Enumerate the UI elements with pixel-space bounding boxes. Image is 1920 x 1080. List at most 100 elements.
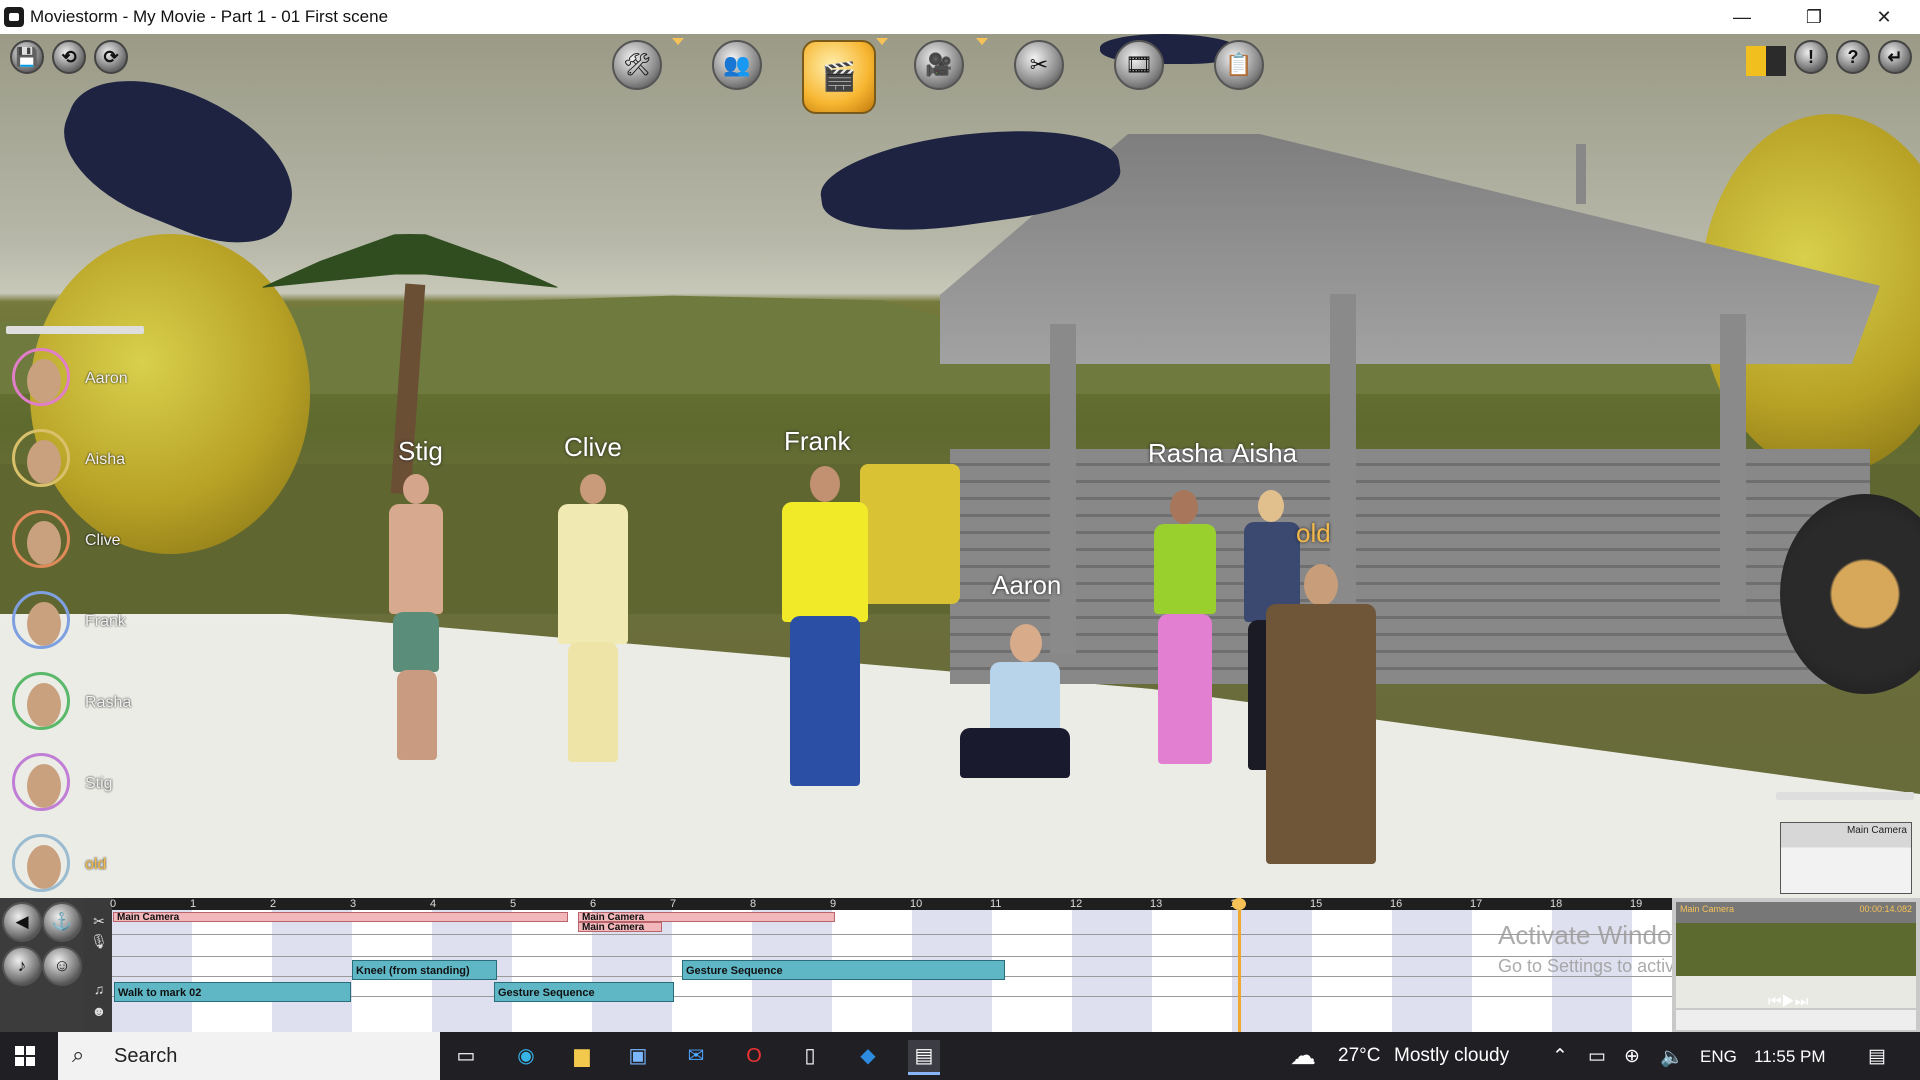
cast-item-aaron[interactable]: Aaron — [10, 346, 150, 416]
mode-camera-button[interactable]: 🎥 — [914, 40, 964, 90]
opera-icon[interactable]: O — [738, 1040, 770, 1072]
avatar[interactable] — [12, 429, 70, 487]
volume-icon[interactable]: 🔈 — [1660, 1045, 1684, 1069]
shelter-post — [1050, 324, 1076, 654]
preview-controls[interactable] — [1676, 1010, 1916, 1030]
action-clip-walk[interactable]: Walk to mark 02 — [114, 982, 351, 1002]
mode-edit-cut-button[interactable]: ✂ — [1014, 40, 1064, 90]
avatar[interactable] — [12, 591, 70, 649]
mode-scene-director-button[interactable]: 🎬 — [802, 40, 876, 114]
vscode-icon[interactable]: ◆ — [852, 1040, 884, 1072]
restore-button[interactable]: ❐ — [1786, 0, 1842, 34]
taskbar-search[interactable]: ⌕ Search — [58, 1032, 440, 1080]
cast-item-clive[interactable]: Clive — [10, 508, 150, 578]
camera-clip[interactable]: Main Camera — [578, 922, 662, 932]
viewport-panel-handle[interactable] — [1776, 792, 1914, 800]
battery-icon[interactable]: ▭ — [1588, 1045, 1606, 1068]
dropdown-caret-icon[interactable] — [876, 38, 888, 45]
mode-set-tools-button[interactable]: 🛠 — [612, 40, 662, 90]
character-clive[interactable] — [548, 474, 638, 784]
timeline-panel[interactable]: ◀ ⚓ ♪ ☺ ✂ 🎙 ♫ ☻ 012345678910111213141516… — [0, 898, 1920, 1032]
cast-icon: 👥 — [723, 52, 751, 77]
weather-temp[interactable]: 27°C — [1338, 1045, 1380, 1067]
edge-icon[interactable]: ◉ — [510, 1040, 542, 1072]
scene-viewport[interactable]: Stig Clive Frank Aaron Rasha Aisha old A… — [0, 34, 1920, 898]
movie-reel-icon: 🎞 — [1125, 52, 1153, 77]
cast-item-old[interactable]: old — [10, 832, 150, 898]
avatar[interactable] — [12, 348, 70, 406]
undo-icon[interactable]: ⟲ — [52, 40, 86, 74]
avatar[interactable] — [12, 672, 70, 730]
character-rasha[interactable] — [1140, 490, 1230, 790]
character-frank[interactable] — [770, 466, 880, 816]
cast-item-rasha[interactable]: Rasha — [10, 670, 150, 740]
action-clip-kneel[interactable]: Kneel (from standing) — [352, 960, 497, 980]
audio-volume-icon[interactable]: ◀ — [2, 902, 42, 942]
start-button[interactable] — [0, 1032, 54, 1080]
ruler-tick: 7 — [670, 898, 677, 910]
ruler-tick: 1 — [190, 898, 197, 910]
language-indicator[interactable]: ENG — [1700, 1047, 1737, 1067]
dropdown-caret-icon[interactable] — [976, 38, 988, 45]
camera-preview[interactable]: Main Camera — [1780, 822, 1912, 894]
playhead-handle[interactable] — [1232, 898, 1246, 910]
music-note-icon[interactable]: ♪ — [2, 946, 42, 986]
mode-cast-button[interactable]: 👥 — [712, 40, 762, 90]
character-stig[interactable] — [375, 474, 455, 774]
action-clip-gesture[interactable]: Gesture Sequence — [682, 960, 1005, 980]
weather-desc[interactable]: Mostly cloudy — [1394, 1045, 1509, 1067]
label-rasha: Rasha — [1148, 438, 1224, 468]
timeline-preview[interactable]: Main Camera 00:00:14.082 ⏮▶⏭ — [1672, 898, 1920, 1032]
store-icon[interactable]: ▣ — [622, 1040, 654, 1072]
anchor-icon[interactable]: ⚓ — [42, 902, 82, 942]
weather-cloud-icon[interactable]: ☁ — [1290, 1040, 1316, 1071]
alert-icon[interactable]: ! — [1794, 40, 1828, 74]
ruler-tick: 16 — [1390, 898, 1403, 910]
clock[interactable]: 11:55 PM — [1754, 1047, 1826, 1067]
redo-icon[interactable]: ⟳ — [94, 40, 128, 74]
playhead-line[interactable] — [1238, 898, 1241, 1032]
character-aaron[interactable] — [940, 624, 1080, 824]
camera-clip[interactable]: Main Camera — [113, 912, 568, 922]
playback-controls-icon[interactable]: ⏮▶⏭ — [1768, 993, 1808, 1010]
chevron-up-icon[interactable]: ⌃ — [1552, 1045, 1568, 1068]
timeline-ruler[interactable] — [112, 898, 1672, 910]
window-title: Moviestorm - My Movie - Part 1 - 01 Firs… — [30, 7, 389, 26]
shelter-post — [1720, 314, 1746, 614]
avatar[interactable] — [12, 834, 70, 892]
moviestorm-taskbar-icon[interactable]: ▤ — [908, 1040, 940, 1075]
close-button[interactable]: ✕ — [1856, 0, 1912, 34]
minimize-button[interactable]: — — [1714, 0, 1770, 34]
cast-item-aisha[interactable]: Aisha — [10, 427, 150, 497]
avatar[interactable] — [12, 510, 70, 568]
avatar[interactable] — [12, 753, 70, 811]
character-face-icon[interactable]: ☺ — [42, 946, 82, 986]
cast-panel-handle[interactable] — [6, 326, 144, 334]
crow-left[interactable] — [44, 53, 316, 265]
notifications-icon[interactable]: ▤ — [1868, 1045, 1886, 1068]
character-old[interactable] — [1250, 564, 1390, 874]
camera-clip[interactable]: Main Camera — [578, 912, 835, 922]
return-icon[interactable]: ↵ — [1878, 40, 1912, 74]
roof-cross — [1576, 144, 1586, 204]
edit-cut-icon: ✂ — [1029, 52, 1049, 77]
cast-name: Frank — [85, 613, 126, 630]
file-explorer-icon[interactable]: ▆ — [566, 1040, 598, 1072]
mail-icon[interactable]: ✉ — [680, 1040, 712, 1072]
network-icon[interactable]: ⊕ — [1624, 1045, 1640, 1068]
mode-script-button[interactable]: 📋 — [1214, 40, 1264, 90]
ruler-tick: 17 — [1470, 898, 1483, 910]
task-view-icon[interactable]: ▭ — [450, 1040, 482, 1072]
mode-movie-reel-button[interactable]: 🎞 — [1114, 40, 1164, 90]
microphone-track-icon: 🎙 — [90, 933, 108, 949]
label-frank: Frank — [784, 426, 851, 456]
notepad-icon[interactable]: ▯ — [794, 1040, 826, 1072]
ruler-tick: 19 — [1630, 898, 1643, 910]
help-icon[interactable]: ? — [1836, 40, 1870, 74]
cast-item-frank[interactable]: Frank — [10, 589, 150, 659]
cast-item-stig[interactable]: Stig — [10, 751, 150, 821]
layout-toggle-icon[interactable] — [1746, 46, 1786, 76]
dropdown-caret-icon[interactable] — [672, 38, 684, 45]
action-clip-gesture[interactable]: Gesture Sequence — [494, 982, 674, 1002]
save-icon[interactable]: 💾 — [10, 40, 44, 74]
